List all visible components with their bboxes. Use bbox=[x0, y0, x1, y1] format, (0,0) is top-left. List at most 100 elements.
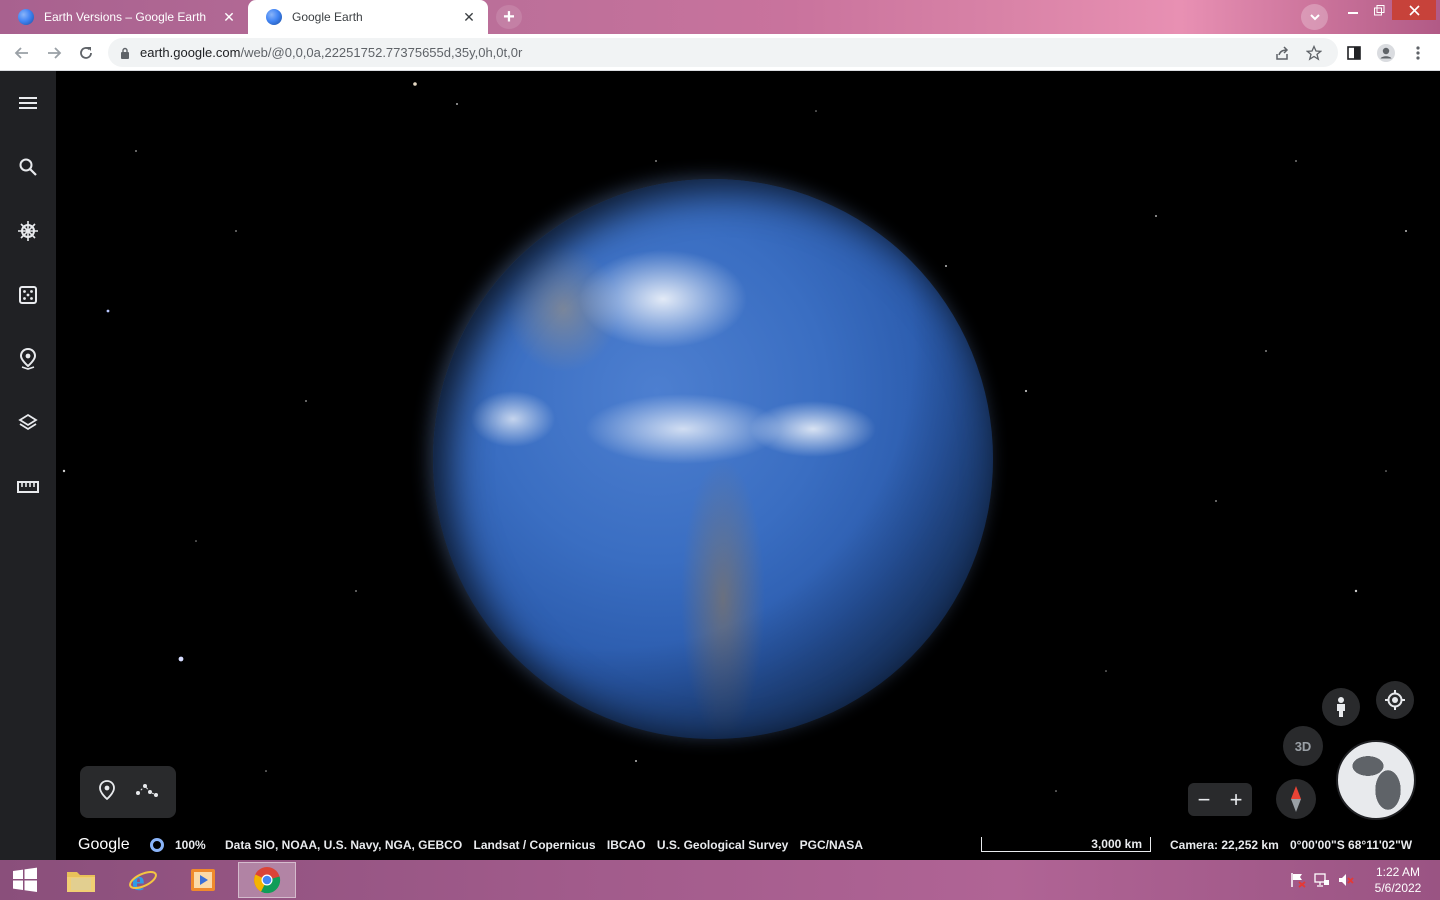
compass-icon bbox=[1291, 786, 1301, 812]
add-placemark-button[interactable] bbox=[98, 779, 116, 805]
folder-icon bbox=[67, 872, 95, 892]
camera-altitude: Camera: 22,252 km bbox=[1170, 838, 1279, 852]
earth-status-bar: Google 100% Data SIO, NOAA, U.S. Navy, N… bbox=[56, 830, 1440, 860]
tab-title: Earth Versions – Google Earth bbox=[44, 10, 207, 24]
data-attribution[interactable]: Data SIO, NOAA, U.S. Navy, NGA, GEBCO La… bbox=[225, 838, 871, 852]
chrome-icon bbox=[254, 867, 281, 894]
attribution-item: Landsat / Copernicus bbox=[473, 838, 596, 852]
3d-toggle-button[interactable]: 3D bbox=[1283, 726, 1323, 766]
compass-button[interactable] bbox=[1276, 779, 1316, 819]
windows-logo-icon bbox=[13, 867, 37, 892]
internet-explorer-taskbar-button[interactable]: e bbox=[114, 862, 172, 898]
place-icon bbox=[19, 348, 37, 370]
file-explorer-taskbar-button[interactable] bbox=[52, 862, 110, 898]
map-style-button[interactable] bbox=[12, 407, 44, 439]
feeling-lucky-button[interactable] bbox=[12, 279, 44, 311]
measure-button[interactable] bbox=[12, 471, 44, 503]
arrow-right-icon bbox=[48, 47, 62, 59]
projects-button[interactable] bbox=[12, 343, 44, 375]
tab-earth-versions[interactable]: Earth Versions – Google Earth ✕ bbox=[0, 0, 248, 34]
window-close-button[interactable] bbox=[1392, 0, 1436, 20]
volume-tray-button[interactable] bbox=[1336, 860, 1356, 900]
earth-sidebar bbox=[0, 71, 56, 860]
drawing-tools-panel bbox=[80, 766, 176, 818]
ship-wheel-icon bbox=[18, 221, 38, 241]
clock-date: 5/6/2022 bbox=[1374, 881, 1422, 895]
my-location-icon bbox=[1385, 690, 1405, 710]
menu-button[interactable] bbox=[12, 87, 44, 119]
address-bar[interactable]: earth.google.com/web/@0,0,0a,22251752.77… bbox=[108, 38, 1338, 67]
internet-explorer-icon: e bbox=[129, 866, 157, 895]
pegman-icon bbox=[1337, 697, 1345, 717]
attribution-item: IBCAO bbox=[606, 838, 646, 852]
browser-menu-button[interactable] bbox=[1406, 41, 1430, 65]
restore-icon bbox=[1373, 4, 1384, 15]
restore-button[interactable] bbox=[1366, 0, 1392, 20]
tab-google-earth[interactable]: Google Earth ✕ bbox=[248, 0, 488, 34]
minimize-icon bbox=[1348, 12, 1358, 14]
dice-icon bbox=[19, 286, 37, 304]
zoom-out-button[interactable]: − bbox=[1198, 787, 1211, 813]
reload-icon bbox=[80, 47, 92, 59]
cursor-coordinates: 0°00'00"S 68°11'02"W bbox=[1290, 838, 1413, 852]
menu-icon bbox=[19, 97, 37, 109]
draw-path-button[interactable] bbox=[135, 782, 159, 803]
attribution-item: U.S. Geological Survey bbox=[656, 838, 789, 852]
reload-button[interactable] bbox=[74, 41, 98, 65]
flag-icon bbox=[1291, 873, 1306, 888]
close-icon[interactable]: ✕ bbox=[220, 8, 238, 26]
scale-bar[interactable]: 3,000 km bbox=[981, 837, 1151, 852]
path-icon bbox=[135, 783, 158, 797]
chevron-down-icon bbox=[1309, 14, 1320, 21]
clock-time: 1:22 AM bbox=[1375, 865, 1421, 879]
loading-progress-text: 100% bbox=[175, 838, 206, 852]
pegman-button[interactable] bbox=[1322, 688, 1360, 726]
attribution-item: Data SIO, NOAA, U.S. Navy, NGA, GEBCO bbox=[225, 838, 463, 852]
chrome-taskbar-button[interactable] bbox=[238, 862, 296, 898]
share-button[interactable] bbox=[1270, 41, 1294, 65]
tab-search-button[interactable] bbox=[1301, 4, 1328, 30]
scale-label: 3,000 km bbox=[1091, 837, 1142, 851]
browser-toolbar: earth.google.com/web/@0,0,0a,22251752.77… bbox=[0, 34, 1440, 71]
side-panel-icon bbox=[1347, 46, 1361, 60]
new-tab-button[interactable]: + bbox=[496, 5, 522, 29]
loading-progress-icon bbox=[150, 838, 164, 852]
start-button[interactable] bbox=[0, 862, 50, 898]
google-logo: Google bbox=[78, 836, 130, 853]
voyager-button[interactable] bbox=[12, 215, 44, 247]
windows-taskbar: e 1:22 AM 5/6/2022 bbox=[0, 860, 1440, 900]
media-player-taskbar-button[interactable] bbox=[174, 862, 232, 898]
back-button[interactable] bbox=[10, 41, 34, 65]
close-icon[interactable]: ✕ bbox=[460, 8, 478, 26]
bookmark-button[interactable] bbox=[1302, 41, 1326, 65]
search-button[interactable] bbox=[12, 151, 44, 183]
arrow-left-icon bbox=[14, 47, 28, 59]
action-center-tray-button[interactable] bbox=[1288, 860, 1308, 900]
more-vert-icon bbox=[1416, 46, 1420, 60]
my-location-button[interactable] bbox=[1376, 681, 1414, 719]
url-domain: earth.google.com bbox=[140, 45, 241, 60]
share-icon bbox=[1276, 46, 1289, 60]
close-icon bbox=[1408, 4, 1420, 16]
url-text: earth.google.com/web/@0,0,0a,22251752.77… bbox=[140, 45, 522, 60]
url-path: /web/@0,0,0a,22251752.77375655d,35y,0h,0… bbox=[240, 45, 523, 60]
zoom-in-button[interactable]: + bbox=[1230, 787, 1243, 813]
google-earth-favicon-icon bbox=[18, 9, 34, 25]
profile-button[interactable] bbox=[1374, 41, 1398, 65]
google-earth-favicon-icon bbox=[266, 9, 282, 25]
tab-title: Google Earth bbox=[292, 10, 363, 24]
star-icon bbox=[1306, 45, 1322, 61]
avatar-icon bbox=[1377, 44, 1395, 62]
earth-viewport[interactable]: 3D − + bbox=[56, 71, 1440, 860]
minimize-button[interactable] bbox=[1340, 0, 1366, 20]
network-tray-button[interactable] bbox=[1312, 860, 1332, 900]
volume-muted-icon bbox=[1339, 874, 1354, 886]
side-panel-button[interactable] bbox=[1342, 41, 1366, 65]
forward-button[interactable] bbox=[42, 41, 66, 65]
attribution-item: PGC/NASA bbox=[799, 838, 863, 852]
media-player-icon bbox=[191, 869, 215, 891]
taskbar-clock[interactable]: 1:22 AM 5/6/2022 bbox=[1366, 864, 1430, 896]
network-icon bbox=[1314, 873, 1329, 887]
overview-globe-map[interactable] bbox=[1336, 740, 1416, 820]
ruler-icon bbox=[17, 481, 39, 493]
